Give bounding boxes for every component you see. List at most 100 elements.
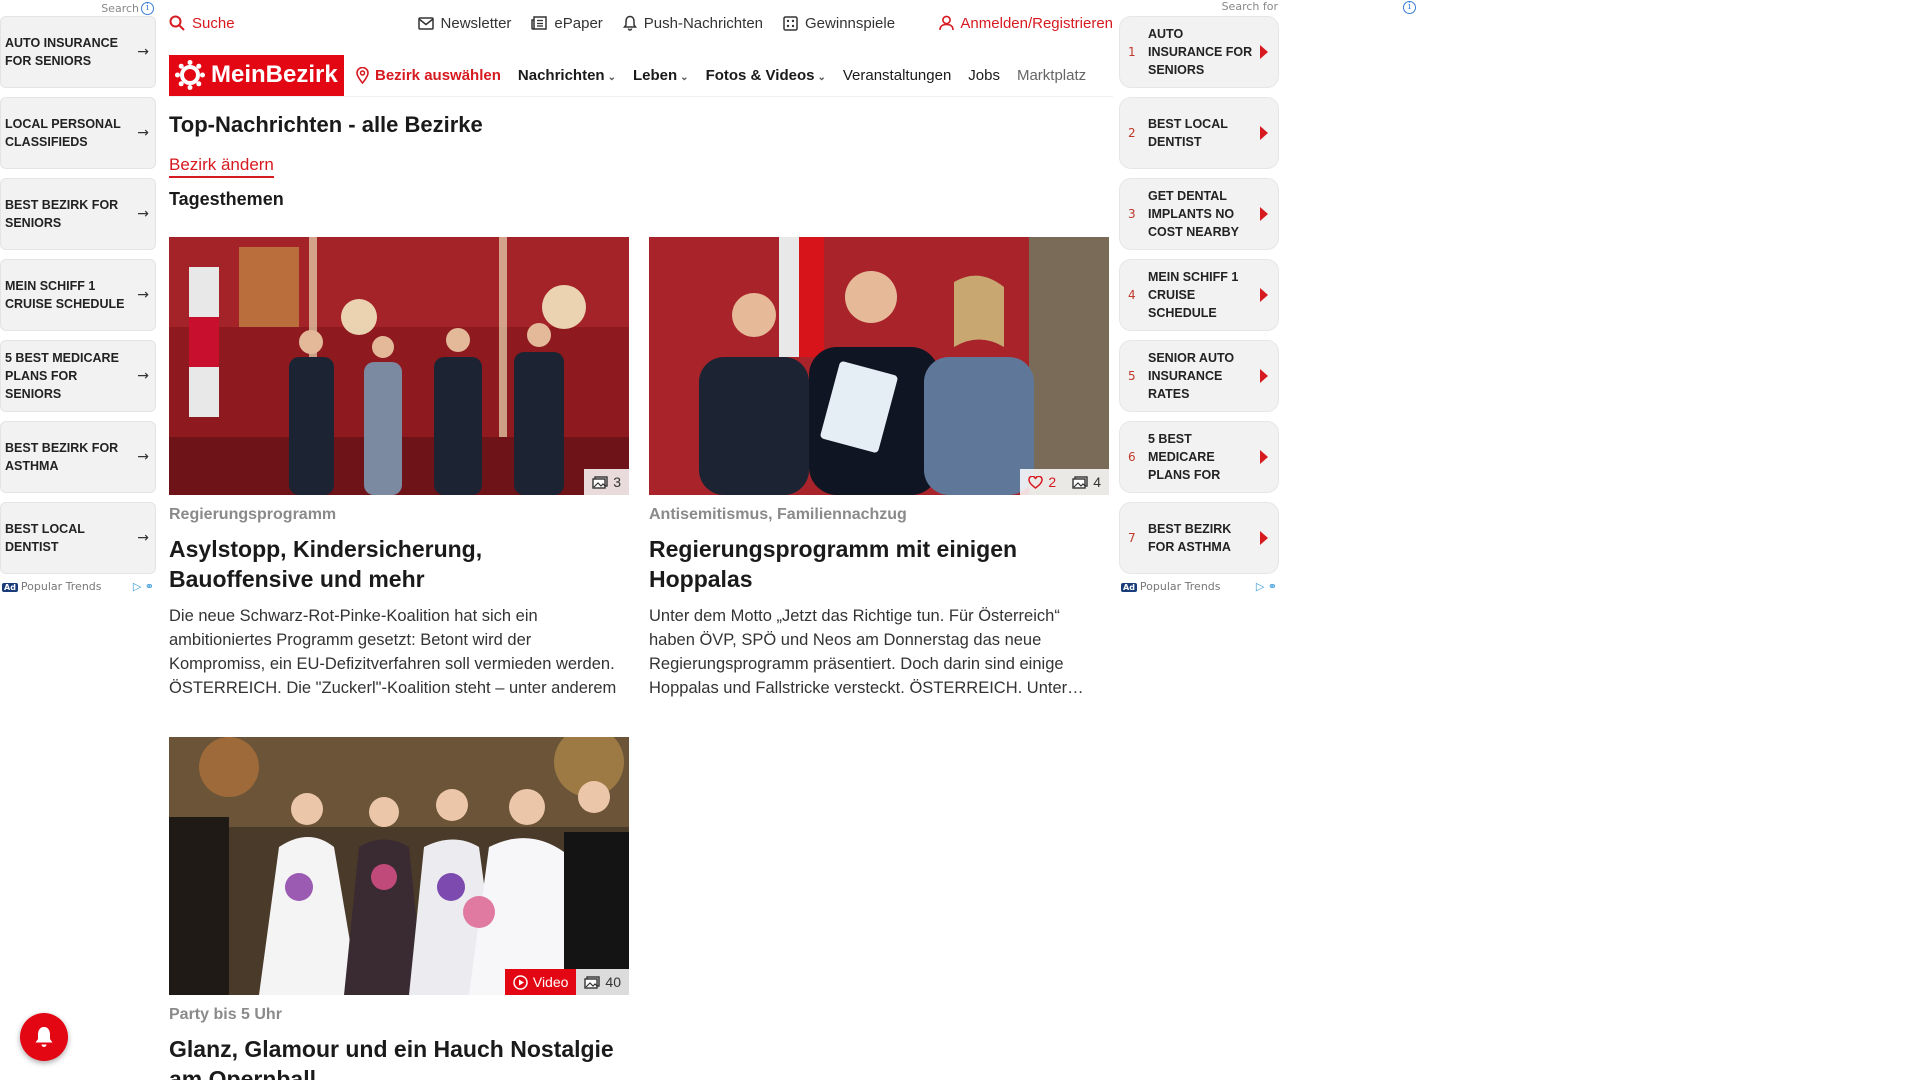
epaper-link[interactable]: ePaper xyxy=(531,15,603,32)
user-icon xyxy=(939,15,955,31)
nav-item-marktplatz[interactable]: Marktplatz xyxy=(1017,67,1086,84)
article-headline[interactable]: Asylstopp, Kindersicherung, Bauoffensive… xyxy=(169,534,629,594)
play-triangle-icon xyxy=(1260,207,1268,221)
login-register-link[interactable]: Anmelden/Registrieren xyxy=(939,15,1113,32)
right-ad-item-label: 5 BEST MEDICARE PLANS FOR xyxy=(1148,432,1221,482)
newspaper-icon xyxy=(531,16,548,30)
bezirk-select-label: Bezirk auswählen xyxy=(375,66,501,84)
arrow-right-icon: → xyxy=(137,206,149,222)
right-ad-item-number: 1 xyxy=(1128,45,1136,59)
article-card[interactable]: Video 40 Party bis 5 Uhr Glanz, Glamour … xyxy=(169,737,629,1080)
nav-item-fotos-videos[interactable]: Fotos & Videos ⌄ xyxy=(706,67,826,84)
right-ad-item-label: SENIOR AUTO INSURANCE RATES xyxy=(1148,351,1235,401)
play-triangle-icon xyxy=(1260,450,1268,464)
right-ad-item[interactable]: 3 GET DENTAL IMPLANTS NO COST NEARBY xyxy=(1119,178,1279,250)
left-ad-item[interactable]: LOCAL PERSONAL CLASSIFIEDS → xyxy=(0,97,156,169)
ad-info-icon[interactable]: i xyxy=(1403,1,1416,14)
arrow-right-icon: → xyxy=(137,530,149,546)
notification-bell-button[interactable] xyxy=(20,1013,68,1061)
right-ad-footer: Ad Popular Trends ▷ ⚭ xyxy=(1119,580,1279,593)
popular-trends-label[interactable]: Popular Trends xyxy=(1140,580,1221,593)
likes-count: 2 xyxy=(1048,474,1057,490)
adchoices-icon[interactable]: ▷ ⚭ xyxy=(133,580,154,593)
heart-icon xyxy=(1028,475,1044,489)
left-ad-item-label: MEIN SCHIFF 1 CRUISE SCHEDULE xyxy=(5,279,125,311)
map-pin-icon xyxy=(356,66,369,84)
nav-item-veranstaltungen[interactable]: Veranstaltungen xyxy=(843,67,951,84)
search-icon xyxy=(169,15,185,31)
bell-icon xyxy=(35,1027,53,1047)
likes-badge[interactable]: 2 xyxy=(1020,469,1065,495)
arrow-right-icon: → xyxy=(137,368,149,384)
left-ad-item-label: 5 BEST MEDICARE PLANS FOR SENIORS xyxy=(5,351,119,401)
bell-icon xyxy=(622,15,637,31)
left-ad-item-label: BEST BEZIRK FOR ASTHMA xyxy=(5,441,119,473)
article-photo-image xyxy=(169,737,629,995)
right-ad-item-label: BEST LOCAL DENTIST xyxy=(1148,117,1228,149)
article-image[interactable]: 2 4 xyxy=(649,237,1109,495)
article-teaser: Die neue Schwarz-Rot-Pinke-Koalition hat… xyxy=(169,607,617,697)
article-photo-image xyxy=(649,237,1109,495)
arrow-right-icon: → xyxy=(137,125,149,141)
video-badge[interactable]: Video xyxy=(504,969,577,995)
gewinnspiele-link[interactable]: Gewinnspiele xyxy=(783,15,895,32)
bezirk-change-link[interactable]: Bezirk ändern xyxy=(169,155,274,178)
nav-item-jobs[interactable]: Jobs xyxy=(968,67,1000,84)
search-button[interactable]: Suche xyxy=(169,15,235,32)
right-ad-item-number: 5 xyxy=(1128,369,1136,383)
right-ad-item-number: 7 xyxy=(1128,531,1136,545)
right-ad-item[interactable]: 5 SENIOR AUTO INSURANCE RATES xyxy=(1119,340,1279,412)
left-ad-item[interactable]: BEST BEZIRK FOR ASTHMA → xyxy=(0,421,156,493)
nav-item-label: Veranstaltungen xyxy=(842,66,952,84)
article-headline[interactable]: Glanz, Glamour und ein Hauch Nostalgie a… xyxy=(169,1034,629,1080)
main-navigation: MeinBezirk Bezirk auswählen Nachrichten ⌄… xyxy=(169,54,1113,97)
newsletter-link[interactable]: Newsletter xyxy=(417,15,511,32)
ad-badge: Ad xyxy=(2,583,18,592)
push-notifications-link[interactable]: Push-Nachrichten xyxy=(622,15,763,32)
left-ad-item[interactable]: BEST LOCAL DENTIST → xyxy=(0,502,156,574)
chevron-down-icon: ⌄ xyxy=(607,71,616,83)
right-ad-item[interactable]: 2 BEST LOCAL DENTIST xyxy=(1119,97,1279,169)
left-ad-footer: Ad Popular Trends ▷ ⚭ xyxy=(0,580,156,593)
left-ad-item[interactable]: MEIN SCHIFF 1 CRUISE SCHEDULE → xyxy=(0,259,156,331)
right-ad-item[interactable]: 7 BEST BEZIRK FOR ASTHMA xyxy=(1119,502,1279,574)
chevron-down-icon: ⌄ xyxy=(680,71,689,83)
image-badges: Video 40 xyxy=(504,969,629,995)
meinbezirk-logo[interactable]: MeinBezirk xyxy=(169,54,344,96)
right-ad-item-number: 2 xyxy=(1128,126,1136,140)
right-ad-item[interactable]: 4 MEIN SCHIFF 1 CRUISE SCHEDULE xyxy=(1119,259,1279,331)
login-register-label: Anmelden/Registrieren xyxy=(960,14,1113,32)
play-circle-icon xyxy=(513,974,528,990)
popular-trends-label[interactable]: Popular Trends xyxy=(21,580,102,593)
right-ad-item[interactable]: 6 5 BEST MEDICARE PLANS FOR xyxy=(1119,421,1279,493)
ad-info-icon[interactable]: i xyxy=(141,1,154,15)
right-ad-rail: Search for 1 AUTO INSURANCE FOR SENIORS 2… xyxy=(1119,0,1279,600)
chevron-down-icon: ⌄ xyxy=(817,71,826,83)
article-card[interactable]: 3 Regierungsprogramm Asylstopp, Kindersi… xyxy=(169,237,629,700)
article-headline[interactable]: Regierungsprogramm mit einigen Hoppalas xyxy=(649,534,1109,594)
article-image[interactable]: 3 xyxy=(169,237,629,495)
gallery-icon xyxy=(592,475,608,489)
image-badges: 2 4 xyxy=(1020,469,1109,495)
adchoices-icon[interactable]: ▷ ⚭ xyxy=(1256,580,1277,593)
mail-icon xyxy=(417,16,434,30)
bezirk-select-button[interactable]: Bezirk auswählen xyxy=(356,66,501,84)
article-image[interactable]: Video 40 xyxy=(169,737,629,995)
left-ad-item[interactable]: AUTO INSURANCE FOR SENIORS → xyxy=(0,16,156,88)
article-card[interactable]: 2 4 Antisemitismus, Familiennachzug Regi… xyxy=(649,237,1109,700)
photo-count-badge: 40 xyxy=(576,969,629,995)
left-ad-item[interactable]: BEST BEZIRK FOR SENIORS → xyxy=(0,178,156,250)
utility-links: Newsletter ePaper Push-Nachrichten Gewin… xyxy=(417,15,895,32)
section-title: Tagesthemen xyxy=(169,189,284,209)
left-ad-item[interactable]: 5 BEST MEDICARE PLANS FOR SENIORS → xyxy=(0,340,156,412)
right-ad-item-label: AUTO INSURANCE FOR SENIORS xyxy=(1148,27,1253,77)
nav-item-leben[interactable]: Leben ⌄ xyxy=(633,67,689,84)
play-triangle-icon xyxy=(1260,45,1268,59)
right-ad-item-number: 4 xyxy=(1128,288,1136,302)
left-ad-rail: Search i AUTO INSURANCE FOR SENIORS → LOC… xyxy=(0,0,156,600)
right-ad-item-label: BEST BEZIRK FOR ASTHMA xyxy=(1148,522,1232,554)
right-ad-item[interactable]: 1 AUTO INSURANCE FOR SENIORS xyxy=(1119,16,1279,88)
article-kicker: Party bis 5 Uhr xyxy=(169,1006,282,1023)
nav-item-nachrichten[interactable]: Nachrichten ⌄ xyxy=(518,67,616,84)
gift-icon xyxy=(783,15,798,31)
